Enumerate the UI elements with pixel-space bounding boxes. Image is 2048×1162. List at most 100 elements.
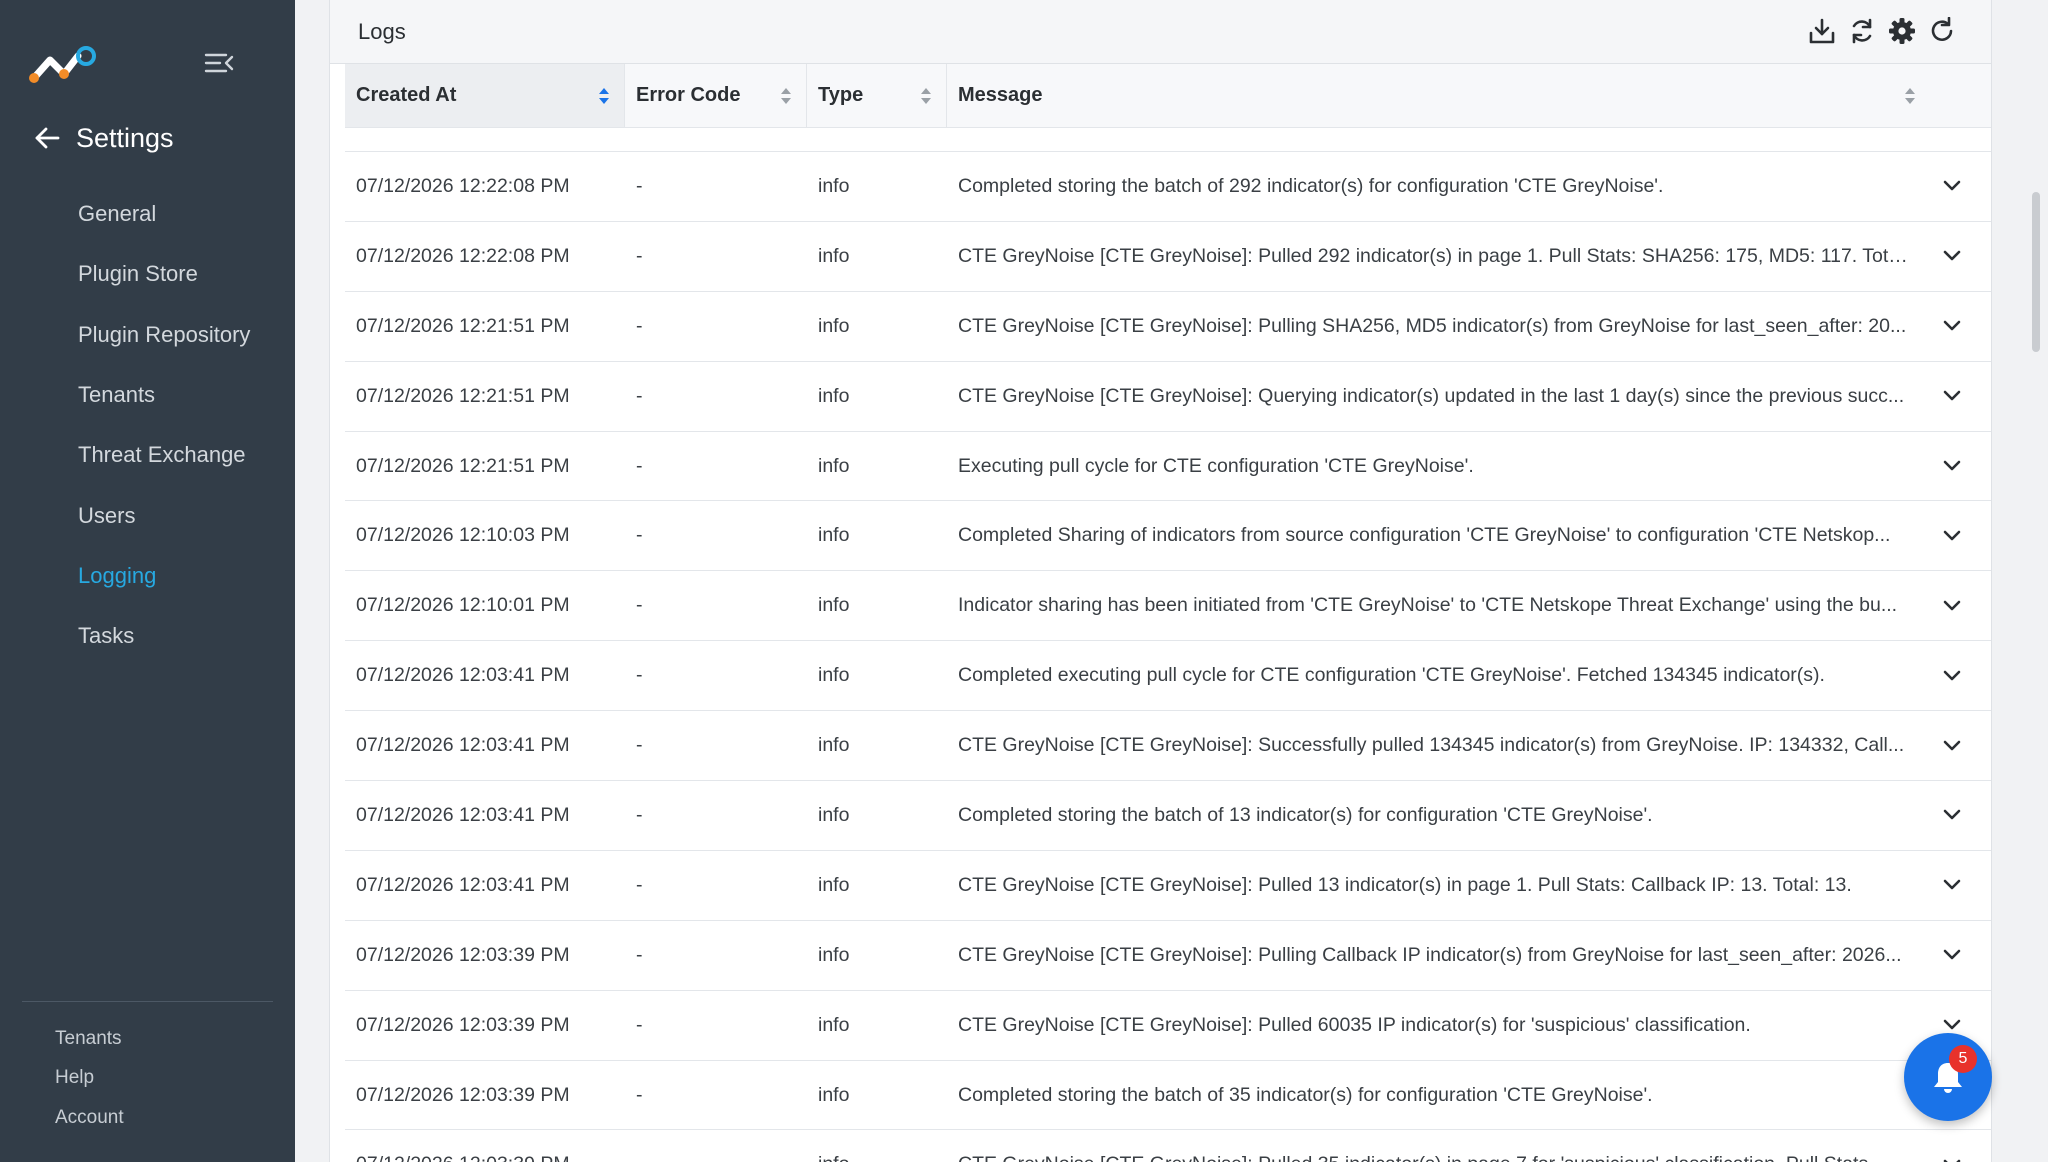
chevron-down-icon[interactable] <box>1932 656 1972 696</box>
table-row[interactable]: 07/12/2026 12:22:08 PM - info Completed sto… <box>345 152 1991 222</box>
chevron-down-icon[interactable] <box>1932 306 1972 346</box>
cell-error-code: - <box>636 943 643 966</box>
chevron-down-icon[interactable] <box>1932 586 1972 626</box>
chevron-down-icon[interactable] <box>1932 446 1972 486</box>
cell-message: Completed executing pull cycle for CTE c… <box>958 664 1825 687</box>
table-row[interactable]: 07/12/2026 12:21:51 PM - info CTE GreyNoise… <box>345 292 1991 362</box>
chevron-down-icon[interactable] <box>1932 166 1972 206</box>
table-row[interactable]: 07/12/2026 12:21:51 PM - info Executing pul… <box>345 432 1991 502</box>
scrollbar-thumb[interactable] <box>2032 192 2040 352</box>
panel-title: Logs <box>358 18 406 44</box>
cell-error-code: - <box>636 384 643 407</box>
cell-error-code: - <box>636 1013 643 1036</box>
cell-type: info <box>818 594 850 617</box>
cell-type: info <box>807 1153 947 1162</box>
cell-message: CTE GreyNoise [CTE GreyNoise]: Successfu… <box>958 734 1905 757</box>
cell-message: CTE GreyNoise [CTE GreyNoise]: Pulled 13… <box>958 873 1852 896</box>
table-row[interactable]: 07/12/2026 12:03:39 PM-infoCTE GreyNoise… <box>345 1130 1991 1162</box>
cell-type: info <box>818 803 850 826</box>
sort-icon <box>921 87 931 104</box>
cell-created-at: 07/12/2026 12:03:39 PM <box>356 1083 570 1106</box>
column-label: Type <box>818 84 864 106</box>
sidebar-item-threat-exchange[interactable]: Threat Exchange <box>0 425 295 485</box>
settings-back-link[interactable]: Settings <box>32 118 174 158</box>
notification-count-badge: 5 <box>1949 1045 1977 1073</box>
chevron-down-icon[interactable] <box>1932 1145 1972 1162</box>
cell-error-code: - <box>636 803 643 826</box>
settings-nav: General Plugin Store Plugin Repository T… <box>0 184 295 666</box>
bottom-item-account[interactable]: Account <box>0 1098 295 1138</box>
sidebar-item-logging[interactable]: Logging <box>0 546 295 606</box>
toolbar <box>1807 16 1957 46</box>
chevron-down-icon[interactable] <box>1932 726 1972 766</box>
column-type[interactable]: Type <box>807 64 947 127</box>
chevron-down-icon[interactable] <box>1932 795 1972 835</box>
download-icon[interactable] <box>1807 16 1837 46</box>
table-row[interactable]: 07/12/2026 12:03:41 PM - info CTE GreyNoise… <box>345 851 1991 921</box>
logs-panel: Logs Created At Error Code Type Message … <box>329 0 1992 1162</box>
table-row[interactable]: 07/12/2026 12:03:41 PM - info Completed sto… <box>345 781 1991 851</box>
table-row[interactable]: 07/12/2026 12:03:39 PM - info Completed sto… <box>345 1061 1991 1131</box>
table-row[interactable]: 07/12/2026 12:22:08 PM - info CTE GreyNoise… <box>345 222 1991 292</box>
cell-message: CTE GreyNoise [CTE GreyNoise]: Pulling S… <box>958 314 1907 337</box>
sidebar-item-tasks[interactable]: Tasks <box>0 606 295 666</box>
table-row[interactable]: 07/12/2026 12:03:39 PM-infoCTE GreyNoise… <box>345 991 1991 1061</box>
cell-message: CTE GreyNoise [CTE GreyNoise]: Querying … <box>958 384 1905 407</box>
table-row[interactable]: 07/12/2026 12:10:03 PM - info Completed Sha… <box>345 501 1991 572</box>
cell-type: info <box>818 873 850 896</box>
table-row[interactable]: 07/12/2026 12:10:01 PM - info Indicator sha… <box>345 571 1991 642</box>
cell-created-at: 07/12/2026 12:22:08 PM <box>356 244 570 267</box>
cell-type: info <box>818 244 850 267</box>
cell-error-code: - <box>625 1153 807 1162</box>
sidebar-item-tenants[interactable]: Tenants <box>0 365 295 425</box>
cell-message: Completed storing the batch of 292 indic… <box>958 174 1664 197</box>
cell-type: info <box>818 174 850 197</box>
sidebar-divider <box>22 1001 273 1002</box>
cell-created-at: 07/12/2026 12:22:08 PM <box>356 174 570 197</box>
sidebar-item-plugin-store[interactable]: Plugin Store <box>0 244 295 304</box>
chevron-down-icon[interactable] <box>1932 865 1972 905</box>
sidebar-item-general[interactable]: General <box>0 184 295 244</box>
cell-type: info <box>818 664 850 687</box>
table-row[interactable]: 07/12/2026 12:03:41 PM - info Completed exe… <box>345 641 1991 712</box>
cell-message: Completed storing the batch of 35 indica… <box>958 1083 1653 1106</box>
chevron-down-icon[interactable] <box>1932 516 1972 556</box>
sidebar-item-users[interactable]: Users <box>0 485 295 545</box>
app-logo[interactable] <box>28 46 98 86</box>
sidebar: Settings General Plugin Store Plugin Rep… <box>0 0 295 1162</box>
chevron-down-icon[interactable] <box>1932 935 1972 975</box>
cell-error-code: - <box>636 454 643 477</box>
column-label: Message <box>958 84 1043 106</box>
cell-error-code: - <box>636 524 643 547</box>
cell-created-at: 07/12/2026 12:21:51 PM <box>356 384 570 407</box>
table-row[interactable]: 07/12/2026 12:03:39 PM-infoCTE GreyNoise… <box>345 921 1991 991</box>
column-label: Error Code <box>636 84 741 106</box>
collapse-sidebar-icon[interactable] <box>204 50 234 76</box>
bottom-nav: Tenants Help Account <box>0 1019 295 1138</box>
settings-title: Settings <box>76 122 174 153</box>
table-body: 07/12/2026 12:22:08 PM - info Completed sto… <box>345 128 1991 1162</box>
table-row[interactable]: 07/12/2026 12:03:41 PM - info CTE GreyNoise… <box>345 711 1991 782</box>
sidebar-item-plugin-repository[interactable]: Plugin Repository <box>0 305 295 365</box>
cell-created-at: 07/12/2026 12:03:39 PM <box>345 1153 625 1162</box>
column-created-at[interactable]: Created At <box>345 64 625 127</box>
cell-message: CTE GreyNoise [CTE GreyNoise]: Pulling C… <box>958 943 1902 966</box>
notifications-button[interactable] <box>1904 1033 1992 1121</box>
cell-error-code: - <box>636 1083 643 1106</box>
column-message[interactable]: Message <box>947 64 1930 127</box>
cell-created-at: 07/12/2026 12:10:01 PM <box>356 594 570 617</box>
gear-icon[interactable] <box>1887 16 1917 46</box>
cell-error-code: - <box>636 664 643 687</box>
cell-message: Completed Sharing of indicators from sou… <box>958 524 1891 547</box>
chevron-down-icon[interactable] <box>1932 376 1972 416</box>
refresh-icon[interactable] <box>1927 16 1957 46</box>
table-row[interactable]: 07/12/2026 12:21:51 PM - info CTE GreyNoise… <box>345 362 1991 432</box>
cell-type: info <box>818 1083 850 1106</box>
page-scrollbar[interactable] <box>2024 0 2048 1162</box>
bottom-item-tenants[interactable]: Tenants <box>0 1019 295 1059</box>
sync-icon[interactable] <box>1847 16 1877 46</box>
cell-error-code: - <box>636 174 643 197</box>
bottom-item-help[interactable]: Help <box>0 1059 295 1099</box>
column-error-code[interactable]: Error Code <box>625 64 807 127</box>
chevron-down-icon[interactable] <box>1932 236 1972 276</box>
